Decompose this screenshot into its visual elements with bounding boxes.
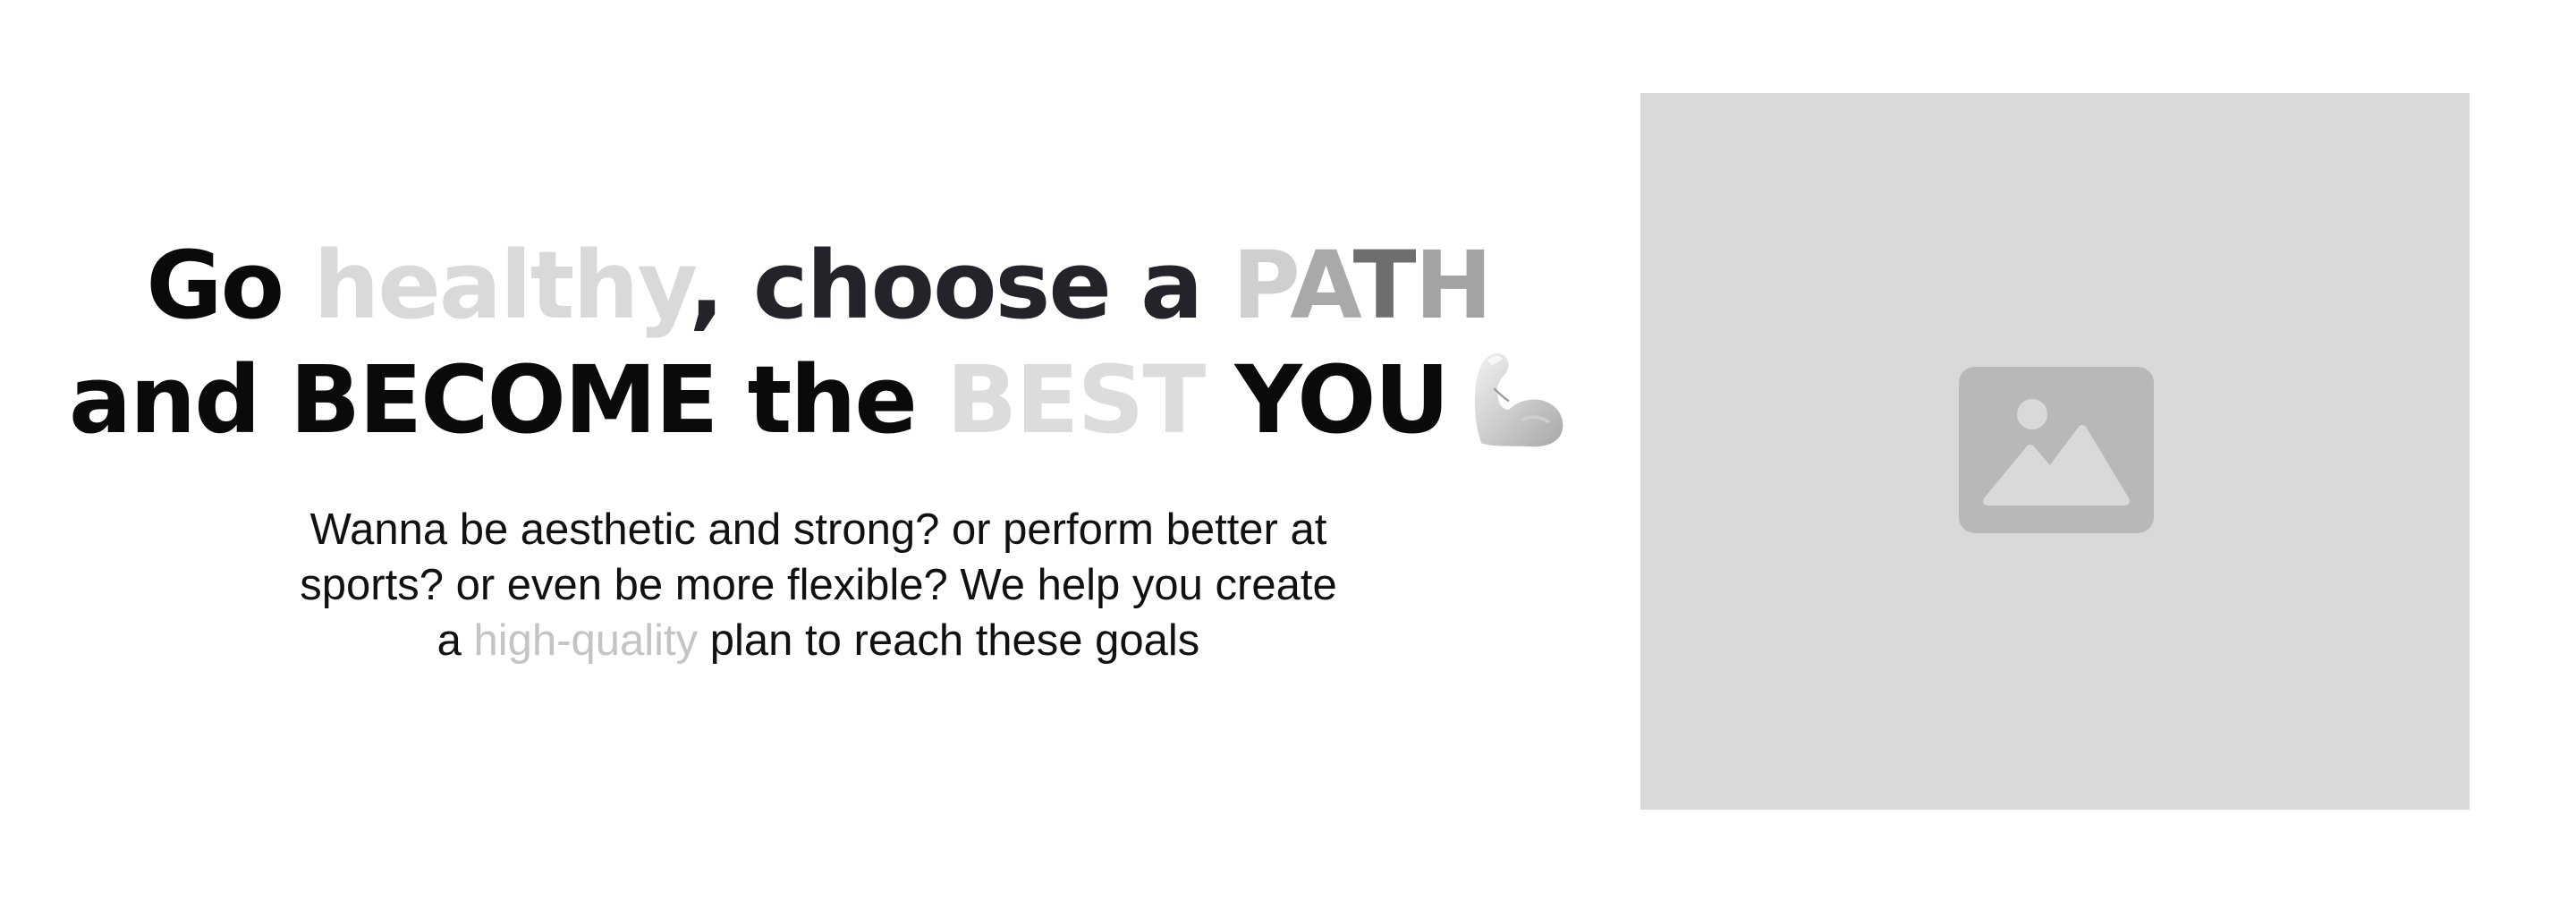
headline-line-1: Go healthy, choose a PATH bbox=[54, 228, 1583, 343]
headline-choose: , choose a bbox=[689, 231, 1233, 340]
hero-image-placeholder bbox=[1640, 93, 2470, 810]
subtext-line-1: Wanna be aesthetic and strong? or perfor… bbox=[309, 505, 1327, 554]
subtext-line-3-start: a bbox=[436, 616, 474, 665]
headline-healthy: healthy bbox=[313, 231, 691, 340]
subtext-line-3: a high-quality plan to reach these goals bbox=[255, 613, 1382, 668]
headline-path-a: A bbox=[1290, 231, 1354, 340]
subtext-line-3-end: plan to reach these goals bbox=[698, 616, 1200, 665]
headline-path-h: H bbox=[1414, 231, 1493, 340]
headline-best: BEST bbox=[946, 345, 1206, 454]
headline-go: Go bbox=[146, 231, 314, 340]
headline-line-2: and BECOME the BEST YOU bbox=[54, 343, 1583, 457]
hero-subtext: Wanna be aesthetic and strong? or perfor… bbox=[255, 502, 1382, 668]
subtext-highlight: high-quality bbox=[473, 616, 699, 665]
headline-you: YOU bbox=[1204, 345, 1450, 454]
headline-become: and BECOME the bbox=[69, 345, 947, 454]
hero-section: Go healthy, choose a PATH and BECOME the… bbox=[0, 0, 2576, 900]
subtext-line-2: sports? or even be more flexible? We hel… bbox=[300, 561, 1337, 609]
hero-text-block: Go healthy, choose a PATH and BECOME the… bbox=[54, 228, 1583, 668]
hero-headline: Go healthy, choose a PATH and BECOME the… bbox=[54, 228, 1583, 457]
flexed-biceps-icon bbox=[1474, 352, 1563, 446]
image-placeholder-icon bbox=[1959, 367, 2154, 533]
headline-path-p: P bbox=[1232, 231, 1292, 340]
headline-path-t: T bbox=[1352, 231, 1417, 340]
